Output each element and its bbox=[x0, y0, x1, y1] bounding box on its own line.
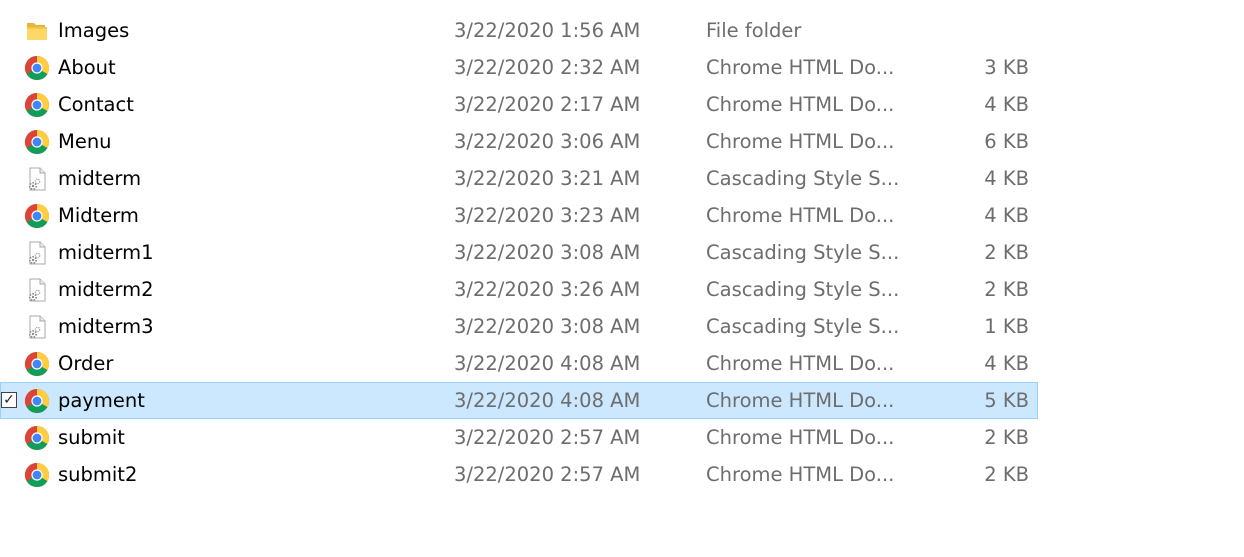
file-type: Chrome HTML Do... bbox=[706, 426, 895, 449]
file-date-modified: 3/22/2020 2:17 AM bbox=[454, 93, 641, 116]
file-date-modified: 3/22/2020 3:06 AM bbox=[454, 130, 641, 153]
file-size: 2 KB bbox=[984, 241, 1029, 264]
selection-checkbox[interactable]: ✓ bbox=[1, 392, 17, 408]
file-size: 2 KB bbox=[984, 278, 1029, 301]
chrome-icon bbox=[24, 425, 50, 451]
file-row[interactable]: About 3/22/2020 2:32 AM Chrome HTML Do... 3… bbox=[0, 49, 1038, 86]
file-row[interactable]: Order 3/22/2020 4:08 AM Chrome HTML Do... 4… bbox=[0, 345, 1038, 382]
file-type: File folder bbox=[706, 19, 802, 42]
file-name[interactable]: midterm1 bbox=[58, 235, 154, 270]
file-type: Chrome HTML Do... bbox=[706, 389, 895, 412]
file-row[interactable]: midterm1 3/22/2020 3:08 AM Cascading Style… bbox=[0, 234, 1038, 271]
file-row[interactable]: midterm2 3/22/2020 3:26 AM Cascading Style… bbox=[0, 271, 1038, 308]
css-file-icon bbox=[24, 240, 50, 266]
chrome-icon bbox=[24, 351, 50, 377]
css-file-icon bbox=[24, 277, 50, 303]
file-size: 4 KB bbox=[984, 204, 1029, 227]
file-name[interactable]: submit bbox=[58, 420, 125, 455]
file-date-modified: 3/22/2020 3:08 AM bbox=[454, 241, 641, 264]
file-type: Chrome HTML Do... bbox=[706, 56, 895, 79]
file-name[interactable]: payment bbox=[58, 383, 145, 418]
file-row[interactable]: Midterm 3/22/2020 3:23 AM Chrome HTML Do..… bbox=[0, 197, 1038, 234]
file-date-modified: 3/22/2020 2:57 AM bbox=[454, 426, 641, 449]
file-row[interactable]: ✓ payment 3/22/2020 4:08 AM Chrome HTML Do.… bbox=[0, 382, 1038, 419]
file-date-modified: 3/22/2020 2:57 AM bbox=[454, 463, 641, 486]
file-date-modified: 3/22/2020 2:32 AM bbox=[454, 56, 641, 79]
file-size: 1 KB bbox=[984, 315, 1029, 338]
chrome-icon bbox=[24, 92, 50, 118]
file-name[interactable]: Images bbox=[58, 13, 129, 48]
file-row[interactable]: submit2 3/22/2020 2:57 AM Chrome HTML Do..… bbox=[0, 456, 1038, 493]
file-name[interactable]: submit2 bbox=[58, 457, 137, 492]
file-size: 3 KB bbox=[984, 56, 1029, 79]
file-size: 6 KB bbox=[984, 130, 1029, 153]
file-type: Chrome HTML Do... bbox=[706, 93, 895, 116]
file-name[interactable]: Order bbox=[58, 346, 113, 381]
folder-icon bbox=[24, 18, 50, 44]
file-row[interactable]: submit 3/22/2020 2:57 AM Chrome HTML Do...… bbox=[0, 419, 1038, 456]
file-size: 5 KB bbox=[984, 389, 1029, 412]
css-file-icon bbox=[24, 314, 50, 340]
file-row[interactable]: midterm3 3/22/2020 3:08 AM Cascading Style… bbox=[0, 308, 1038, 345]
file-type: Chrome HTML Do... bbox=[706, 130, 895, 153]
file-size: 4 KB bbox=[984, 167, 1029, 190]
file-size: 4 KB bbox=[984, 93, 1029, 116]
file-name[interactable]: Contact bbox=[58, 87, 134, 122]
css-file-icon bbox=[24, 166, 50, 192]
file-size: 4 KB bbox=[984, 352, 1029, 375]
file-name[interactable]: About bbox=[58, 50, 116, 85]
file-size: 2 KB bbox=[984, 463, 1029, 486]
chrome-icon bbox=[24, 129, 50, 155]
file-name[interactable]: Menu bbox=[58, 124, 112, 159]
file-row[interactable]: Images 3/22/2020 1:56 AM File folder bbox=[0, 12, 1038, 49]
file-size: 2 KB bbox=[984, 426, 1029, 449]
file-date-modified: 3/22/2020 3:26 AM bbox=[454, 278, 641, 301]
file-type: Chrome HTML Do... bbox=[706, 463, 895, 486]
file-list: Images 3/22/2020 1:56 AM File folder About 3… bbox=[0, 12, 1040, 493]
file-date-modified: 3/22/2020 3:08 AM bbox=[454, 315, 641, 338]
file-type: Cascading Style S... bbox=[706, 241, 900, 264]
file-name[interactable]: midterm3 bbox=[58, 309, 154, 344]
file-type: Cascading Style S... bbox=[706, 167, 900, 190]
file-date-modified: 3/22/2020 3:23 AM bbox=[454, 204, 641, 227]
file-name[interactable]: Midterm bbox=[58, 198, 139, 233]
file-type: Cascading Style S... bbox=[706, 315, 900, 338]
file-date-modified: 3/22/2020 4:08 AM bbox=[454, 352, 641, 375]
file-row[interactable]: Menu 3/22/2020 3:06 AM Chrome HTML Do... 6 … bbox=[0, 123, 1038, 160]
chrome-icon bbox=[24, 203, 50, 229]
chrome-icon bbox=[24, 462, 50, 488]
file-date-modified: 3/22/2020 3:21 AM bbox=[454, 167, 641, 190]
file-row[interactable]: Contact 3/22/2020 2:17 AM Chrome HTML Do..… bbox=[0, 86, 1038, 123]
chrome-icon bbox=[24, 388, 50, 414]
chrome-icon bbox=[24, 55, 50, 81]
file-name[interactable]: midterm2 bbox=[58, 272, 154, 307]
file-type: Chrome HTML Do... bbox=[706, 204, 895, 227]
file-date-modified: 3/22/2020 4:08 AM bbox=[454, 389, 641, 412]
file-type: Chrome HTML Do... bbox=[706, 352, 895, 375]
file-date-modified: 3/22/2020 1:56 AM bbox=[454, 19, 641, 42]
file-type: Cascading Style S... bbox=[706, 278, 900, 301]
file-row[interactable]: midterm 3/22/2020 3:21 AM Cascading Style … bbox=[0, 160, 1038, 197]
file-name[interactable]: midterm bbox=[58, 161, 141, 196]
